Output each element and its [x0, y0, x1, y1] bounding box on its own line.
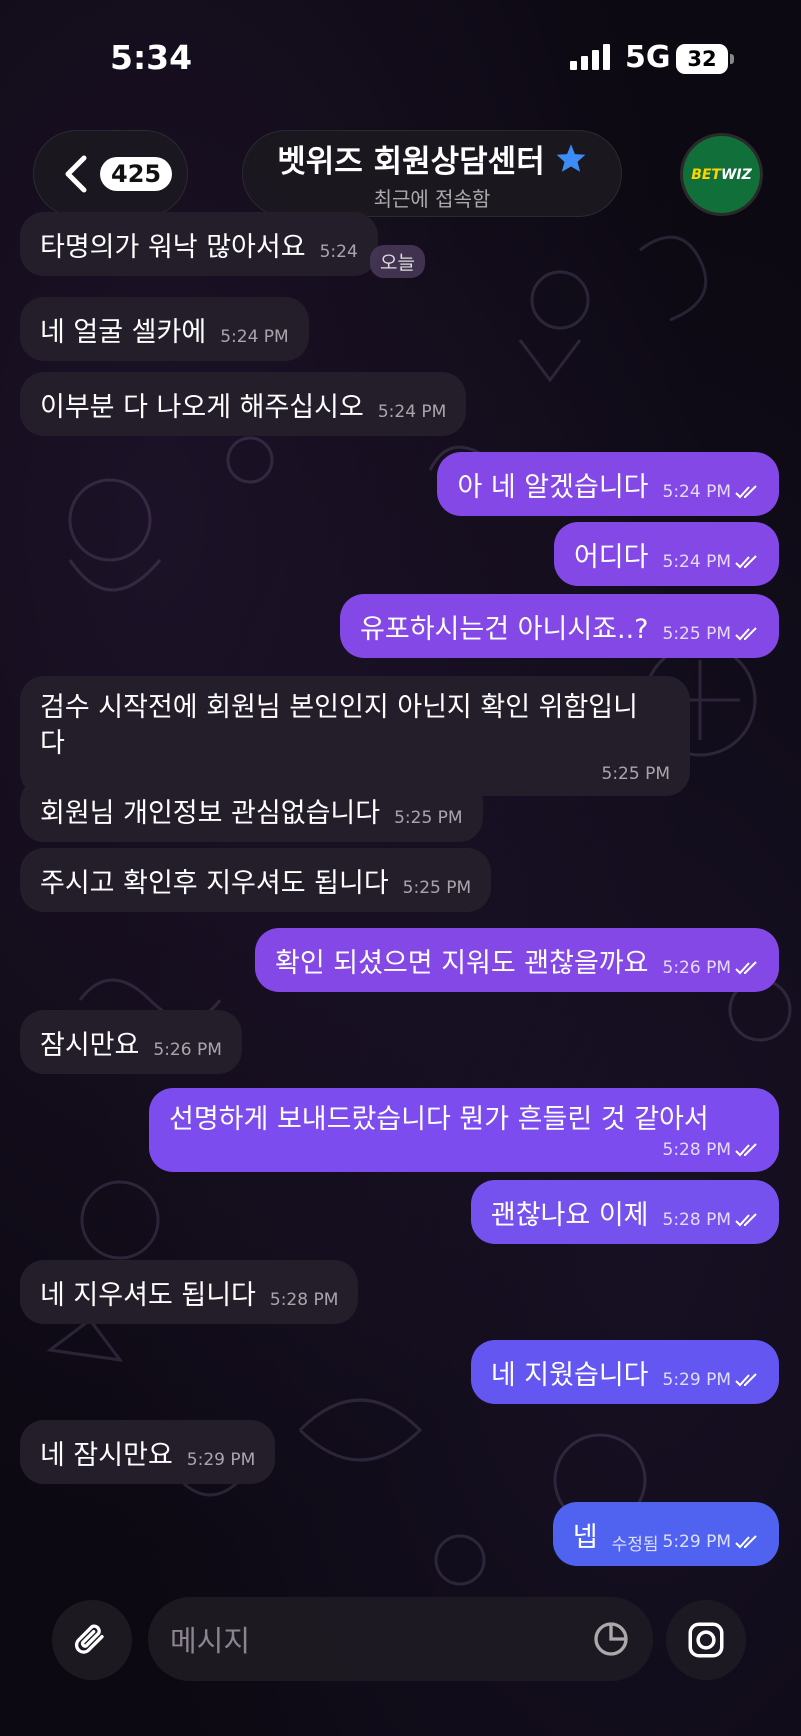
- message-time: 5:29 PM: [662, 1370, 732, 1390]
- message-meta: 5:25 PM: [663, 624, 760, 644]
- message-time: 5:29 PM: [186, 1450, 256, 1470]
- message-text: 넵: [572, 1521, 598, 1553]
- sticker-icon[interactable]: [591, 1619, 631, 1659]
- attach-button[interactable]: [52, 1600, 132, 1680]
- message-text: 네 얼굴 셀카에: [40, 316, 207, 348]
- message-time: 5:25 PM: [394, 808, 463, 828]
- message-time: 5:26 PM: [153, 1040, 222, 1060]
- read-ticks-icon: [735, 555, 757, 569]
- message-text: 검수 시작전에 회원님 본인인지 아닌지 확인 위함입니: [40, 692, 638, 723]
- message-time: 5:28 PM: [269, 1290, 339, 1310]
- message-time: 5:25 PM: [662, 624, 732, 644]
- read-ticks-icon: [735, 961, 757, 975]
- message-text: 네 잠시만요: [40, 1439, 173, 1471]
- message-meta: 수정됨 5:29 PM: [612, 1530, 759, 1555]
- message-meta: 5:24 PM: [663, 482, 760, 502]
- message-bubble-incoming[interactable]: 네 잠시만요 5:29 PM: [20, 1420, 276, 1484]
- message-meta: 5:24 PM: [663, 552, 760, 572]
- message-bubble-incoming[interactable]: 회원님 개인정보 관심없습니다 5:25 PM: [20, 778, 483, 842]
- message-bubble-outgoing[interactable]: 네 지웠습니다 5:29 PM: [470, 1340, 779, 1404]
- message-meta: 5:26 PM: [663, 958, 760, 978]
- message-meta: 5:29 PM: [663, 1370, 760, 1390]
- message-bubble-incoming[interactable]: 타명의가 워낙 많아서요 5:24: [20, 212, 378, 276]
- message-time: 5:24 PM: [377, 402, 447, 422]
- network-label: 5G: [625, 40, 671, 75]
- status-bar: 5:34 5G 32: [0, 0, 801, 110]
- chat-title: 벳위즈 회원상담센터: [277, 143, 545, 180]
- read-ticks-icon: [735, 485, 757, 499]
- message-time: 5:24 PM: [662, 482, 732, 502]
- message-time: 5:24 PM: [220, 327, 289, 347]
- message-input-placeholder: 메시지: [170, 1624, 251, 1658]
- signal-icon: [570, 44, 610, 70]
- message-meta: 5:28 PM: [663, 1210, 760, 1230]
- message-text: 타명의가 워낙 많아서요: [40, 231, 306, 263]
- chat-title-pill[interactable]: 벳위즈 회원상담센터 최근에 접속함: [242, 130, 622, 217]
- star-icon: [556, 144, 586, 172]
- read-ticks-icon: [735, 1213, 757, 1227]
- message-text-continued: 다: [40, 728, 65, 759]
- last-seen-status: 최근에 접속함: [373, 186, 491, 211]
- back-button[interactable]: 425: [33, 130, 188, 217]
- message-time: 5:25 PM: [601, 764, 671, 784]
- message-bubble-outgoing[interactable]: 유포하시는건 아니시죠..? 5:25 PM: [340, 594, 779, 658]
- message-bubble-incoming[interactable]: 네 얼굴 셀카에 5:24 PM: [20, 297, 309, 361]
- message-text: 주시고 확인후 지우셔도 됩니다: [40, 867, 389, 899]
- read-ticks-icon: [735, 1535, 757, 1549]
- edited-label: 수정됨: [611, 1534, 659, 1555]
- message-time: 5:25 PM: [402, 878, 472, 898]
- battery-indicator: 32: [676, 44, 734, 74]
- message-text: 어디다: [573, 541, 649, 573]
- message-time: 5:28 PM: [662, 1210, 732, 1230]
- message-bubble-outgoing[interactable]: 어디다 5:24 PM: [553, 522, 779, 586]
- read-ticks-icon: [735, 1143, 757, 1157]
- message-time: 5:24 PM: [662, 552, 732, 572]
- message-time: 5:26 PM: [662, 958, 732, 978]
- message-bubble-incoming[interactable]: 주시고 확인후 지우셔도 됩니다 5:25 PM: [20, 848, 492, 912]
- read-ticks-icon: [735, 627, 757, 641]
- message-bubble-incoming[interactable]: 이부분 다 나오게 해주십시오 5:24 PM: [20, 372, 467, 436]
- message-text: 유포하시는건 아니시죠..?: [360, 613, 649, 645]
- message-bubble-outgoing[interactable]: 확인 되셨으면 지워도 괜찮을까요 5:26 PM: [254, 928, 779, 992]
- message-time: 5:24: [319, 242, 358, 262]
- message-text: 네 지웠습니다: [490, 1359, 649, 1391]
- message-text: 잠시만요: [40, 1029, 140, 1061]
- unread-count-badge: 425: [100, 156, 173, 191]
- message-text: 확인 되셨으면 지워도 괜찮을까요: [274, 947, 649, 979]
- message-bubble-outgoing[interactable]: 선명하게 보내드랐습니다 뭔가 흔들린 것 같아서 5:28 PM: [149, 1088, 779, 1172]
- message-text: 네 지우셔도 됩니다: [40, 1279, 256, 1311]
- message-input[interactable]: 메시지: [148, 1597, 653, 1681]
- message-text: 이부분 다 나오게 해주십시오: [40, 391, 364, 423]
- message-text: 괜찮나요 이제: [490, 1199, 649, 1231]
- message-meta: 5:28 PM: [663, 1140, 760, 1160]
- read-ticks-icon: [735, 1373, 757, 1387]
- message-time: 5:28 PM: [662, 1140, 732, 1160]
- message-bubble-incoming[interactable]: 잠시만요 5:26 PM: [20, 1010, 242, 1074]
- camera-icon: [688, 1622, 724, 1658]
- camera-button[interactable]: [666, 1600, 746, 1680]
- message-bubble-outgoing[interactable]: 넵 수정됨 5:29 PM: [552, 1502, 779, 1566]
- message-text: 아 네 알겠습니다: [457, 471, 649, 503]
- status-time: 5:34: [110, 38, 193, 77]
- message-text: 선명하게 보내드랐습니다 뭔가 흔들린 것 같아서: [169, 1104, 709, 1135]
- date-badge: 오늘: [370, 245, 425, 278]
- chevron-left-icon: [65, 155, 87, 192]
- message-bubble-outgoing[interactable]: 아 네 알겠습니다 5:24 PM: [437, 452, 779, 516]
- avatar[interactable]: BET WIZ: [680, 133, 763, 216]
- message-bubble-outgoing[interactable]: 괜찮나요 이제 5:28 PM: [470, 1180, 779, 1244]
- message-text: 회원님 개인정보 관심없습니다: [40, 797, 381, 829]
- avatar-logo-bet: BET: [691, 166, 721, 183]
- paperclip-icon: [74, 1624, 104, 1654]
- message-time: 5:29 PM: [662, 1532, 732, 1552]
- message-bubble-incoming[interactable]: 네 지우셔도 됩니다 5:28 PM: [20, 1260, 359, 1324]
- avatar-logo-wiz: WIZ: [720, 166, 752, 183]
